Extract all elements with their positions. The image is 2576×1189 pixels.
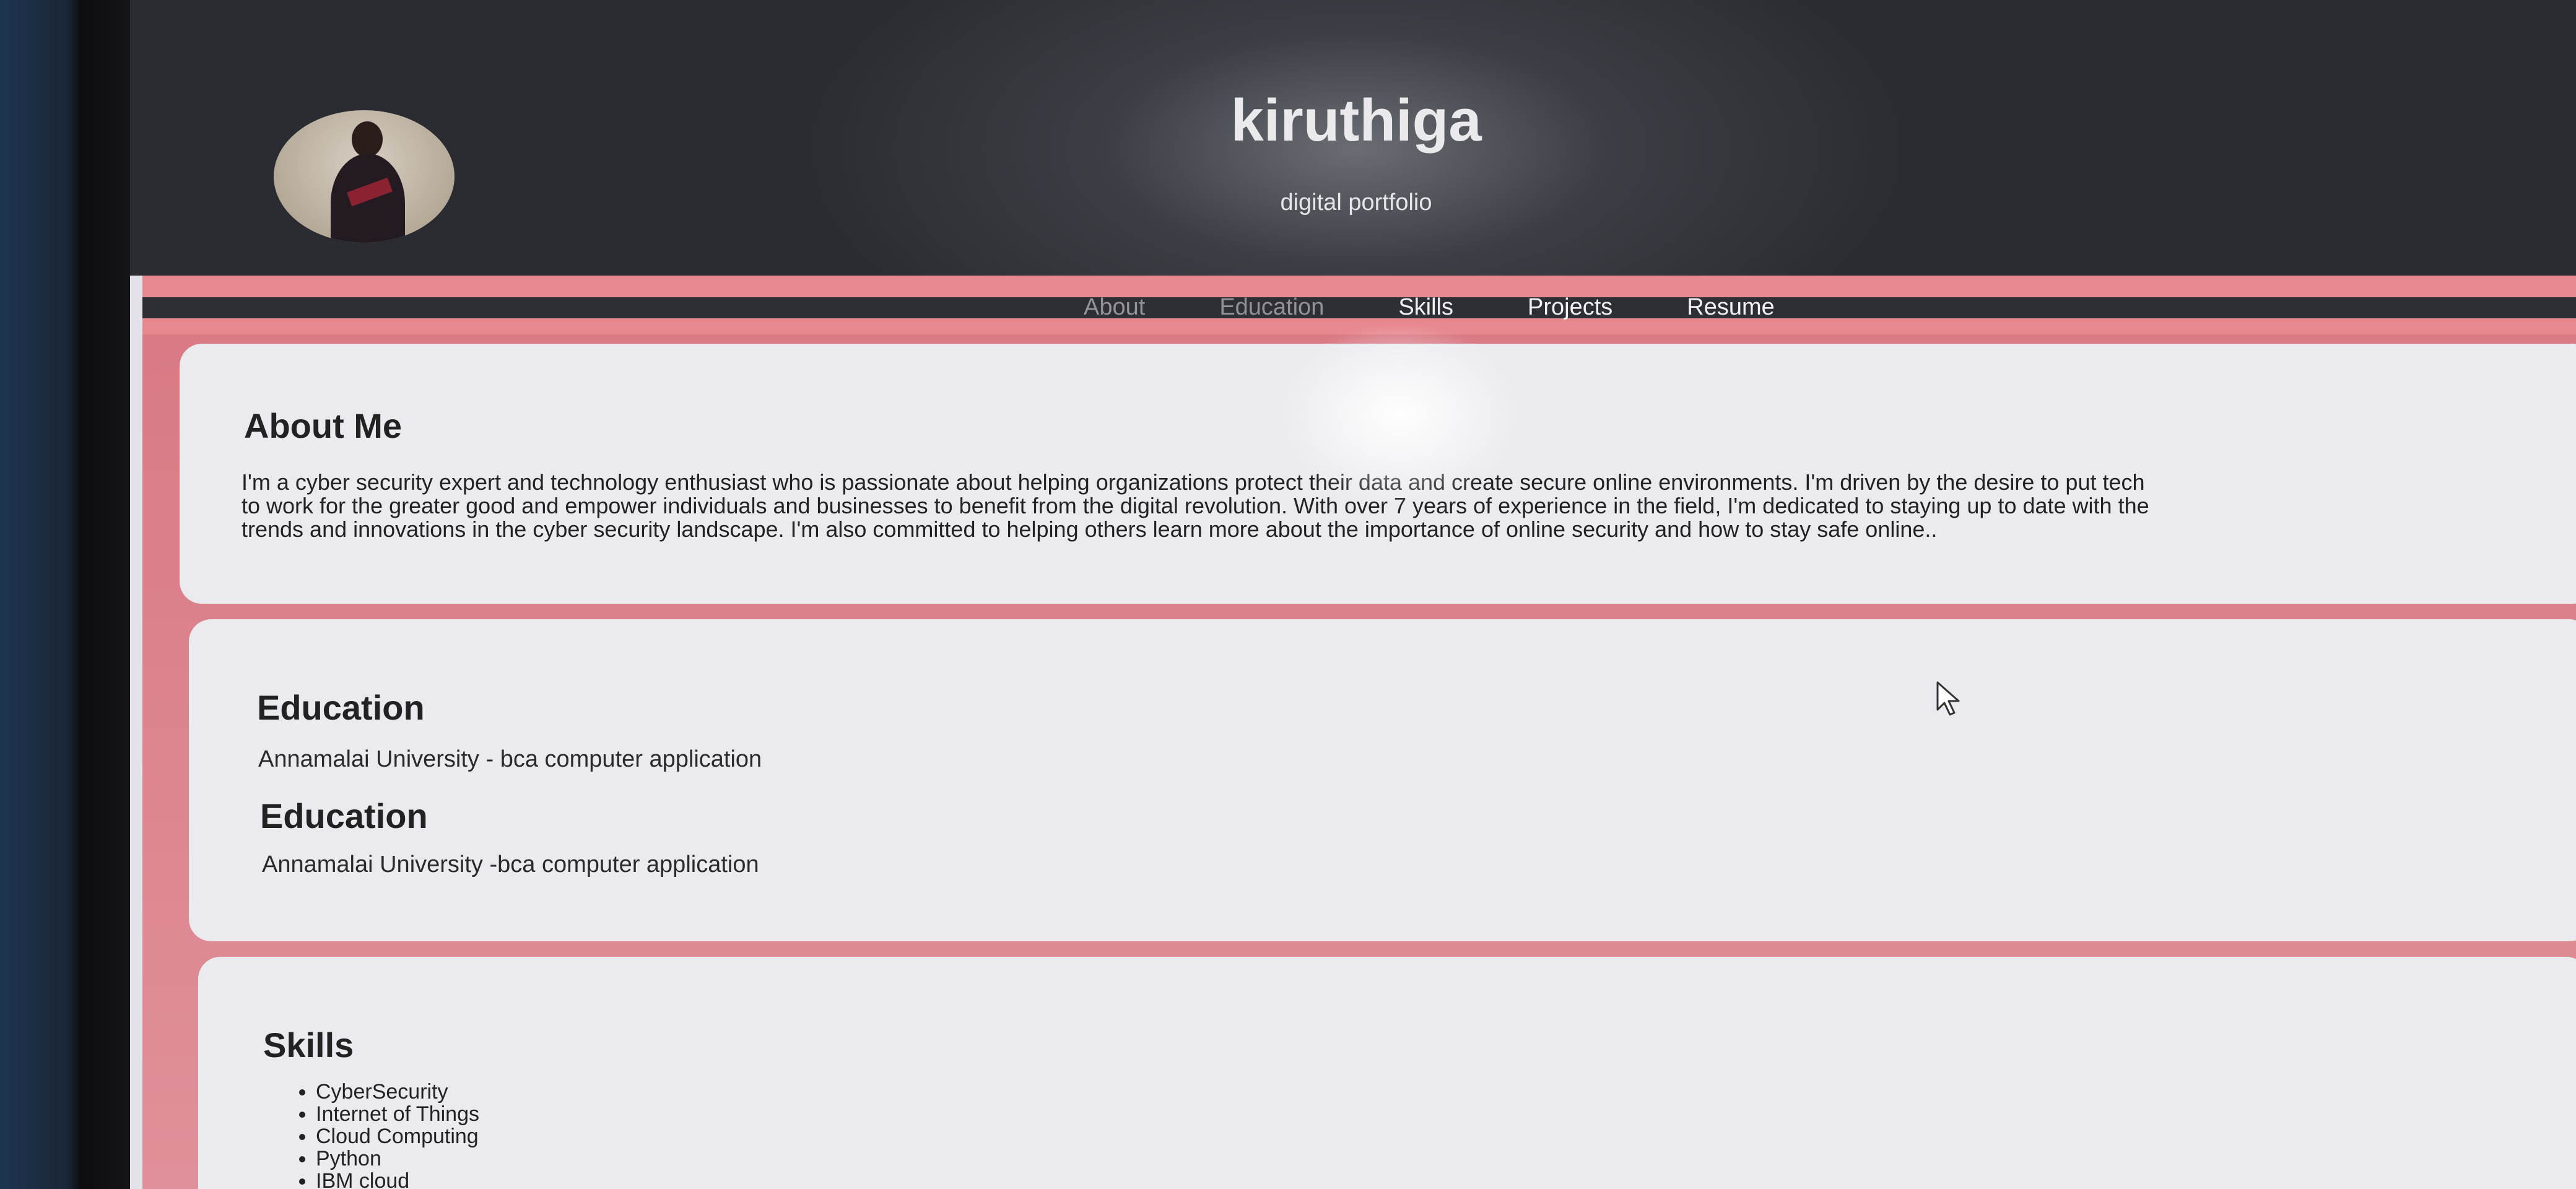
nav-link-resume[interactable]: Resume	[1687, 294, 1775, 321]
skills-section: Skills CyberSecurity Internet of Things …	[198, 957, 2576, 1189]
education-heading: Education	[257, 688, 425, 727]
education-heading: Education	[260, 796, 428, 835]
avatar-head	[352, 121, 383, 157]
about-section: About Me I'm a cyber security expert and…	[180, 344, 2576, 604]
skill-item: IBM cloud	[316, 1170, 479, 1189]
about-line: trends and innovations in the cyber secu…	[242, 516, 1938, 542]
about-line: to work for the greater good and empower…	[242, 493, 2149, 518]
main-nav: About Education Skills Projects Resume	[1084, 294, 1849, 321]
nav-link-projects[interactable]: Projects	[1528, 294, 1612, 321]
education-section: Education Annamalai University - bca com…	[189, 619, 2576, 941]
site-subtitle: digital portfolio	[1280, 189, 1432, 216]
site-header: kiruthiga digital portfolio	[130, 0, 2576, 276]
skills-heading: Skills	[263, 1026, 354, 1065]
education-detail: Annamalai University - bca computer appl…	[258, 746, 762, 772]
nav-link-skills[interactable]: Skills	[1398, 294, 1453, 321]
browser-viewport: kiruthiga digital portfolio About Educat…	[130, 0, 2576, 1189]
nav-link-about[interactable]: About	[1084, 294, 1145, 321]
about-text: I'm a cyber security expert and technolo…	[242, 471, 2576, 541]
skill-item: Cloud Computing	[316, 1125, 479, 1148]
skill-item: Internet of Things	[316, 1103, 479, 1125]
about-line: I'm a cyber security expert and technolo…	[242, 469, 2145, 495]
skill-item: Python	[316, 1148, 479, 1170]
about-heading: About Me	[244, 406, 402, 445]
skills-list: CyberSecurity Internet of Things Cloud C…	[285, 1081, 479, 1189]
profile-avatar	[274, 110, 455, 243]
skill-item: CyberSecurity	[316, 1081, 479, 1103]
site-title: kiruthiga	[1230, 87, 1482, 154]
education-detail: Annamalai University -bca computer appli…	[262, 851, 759, 878]
mouse-pointer-icon	[1936, 681, 1960, 716]
nav-link-education[interactable]: Education	[1219, 294, 1324, 321]
